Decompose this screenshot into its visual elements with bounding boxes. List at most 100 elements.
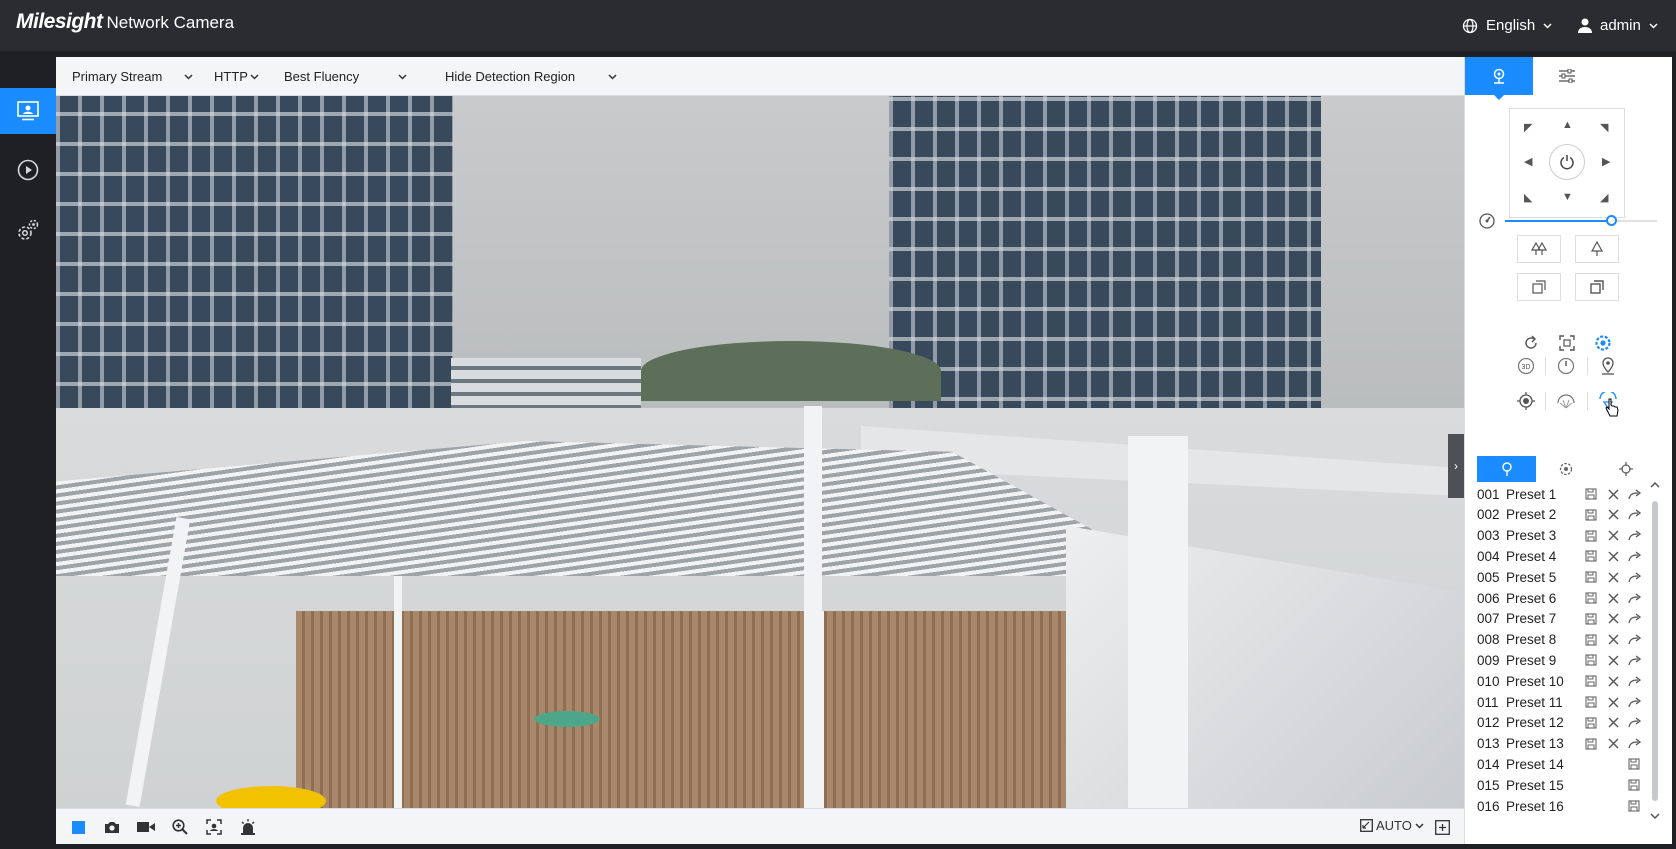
call-preset-icon[interactable] [1627,487,1641,501]
save-preset-icon[interactable] [1584,612,1598,626]
arrow-down-icon[interactable]: ▼ [1562,191,1573,203]
call-preset-icon[interactable] [1627,612,1641,626]
tab-ptz-control[interactable] [1465,57,1533,95]
save-preset-icon[interactable] [1584,633,1598,647]
region-focus-icon[interactable] [1558,334,1576,352]
zoom-in-button[interactable] [1575,235,1619,263]
refresh-icon[interactable] [1522,334,1540,352]
preset-row[interactable]: 010 Preset 10 [1477,670,1641,692]
save-preset-icon[interactable] [1627,757,1641,771]
record-icon[interactable] [136,817,156,837]
delete-preset-icon[interactable] [1606,737,1620,751]
auto-scan-button[interactable] [1549,144,1585,180]
target-icon[interactable] [1516,391,1536,411]
collapse-panel-button[interactable]: › [1448,434,1464,498]
chevron-down-icon[interactable] [1650,813,1660,820]
save-preset-icon[interactable] [1584,529,1598,543]
focus-far-button[interactable] [1575,273,1619,301]
save-preset-icon[interactable] [1627,799,1641,813]
preset-row[interactable]: 015 Preset 15 [1477,774,1641,796]
alarm-icon[interactable] [238,817,258,837]
fullscreen-icon[interactable] [1432,817,1452,837]
tab-image-settings[interactable] [1533,57,1601,95]
call-preset-icon[interactable] [1627,674,1641,688]
delete-preset-icon[interactable] [1606,612,1620,626]
zoom-out-button[interactable] [1517,235,1561,263]
nav-live-view[interactable] [0,88,56,134]
delete-preset-icon[interactable] [1606,570,1620,584]
arrow-up-right-icon[interactable]: ◥ [1600,121,1608,134]
zoom-in-icon[interactable] [170,817,190,837]
arrow-up-left-icon[interactable]: ◤ [1524,121,1532,134]
arrow-down-left-icon[interactable]: ◣ [1524,191,1532,204]
preset-row[interactable]: 003 Preset 3 [1477,525,1641,547]
arrow-up-icon[interactable]: ▲ [1562,119,1573,131]
call-preset-icon[interactable] [1627,529,1641,543]
timer-icon[interactable] [1556,356,1576,376]
preset-row[interactable]: 009 Preset 9 [1477,649,1641,671]
preset-row[interactable]: 004 Preset 4 [1477,545,1641,567]
delete-preset-icon[interactable] [1606,487,1620,501]
delete-preset-icon[interactable] [1606,653,1620,667]
delete-preset-icon[interactable] [1606,508,1620,522]
language-select[interactable]: English [1462,17,1552,34]
stop-icon[interactable] [68,817,88,837]
delete-preset-icon[interactable] [1606,591,1620,605]
preset-row[interactable]: 011 Preset 11 [1477,691,1641,713]
location-pin-icon[interactable] [1598,356,1618,376]
aspect-ratio-select[interactable]: AUTO [1360,818,1424,833]
delete-preset-icon[interactable] [1606,716,1620,730]
preset-row[interactable]: 012 Preset 12 [1477,712,1641,734]
call-preset-icon[interactable] [1627,695,1641,709]
preset-scrollbar[interactable] [1649,477,1661,843]
delete-preset-icon[interactable] [1606,529,1620,543]
arrow-right-icon[interactable]: ▶ [1602,155,1610,168]
call-preset-icon[interactable] [1627,716,1641,730]
save-preset-icon[interactable] [1584,591,1598,605]
chevron-up-icon[interactable] [1650,481,1660,488]
auto-focus-icon[interactable] [1594,334,1612,352]
speed-slider-handle[interactable] [1606,215,1618,226]
save-preset-icon[interactable] [1584,487,1598,501]
arrow-left-icon[interactable]: ◀ [1524,155,1532,168]
preset-row[interactable]: 001 Preset 1 [1477,483,1641,505]
preset-row[interactable]: 002 Preset 2 [1477,504,1641,526]
save-preset-icon[interactable] [1584,549,1598,563]
delete-preset-icon[interactable] [1606,549,1620,563]
preset-row[interactable]: 006 Preset 6 [1477,587,1641,609]
save-preset-icon[interactable] [1584,716,1598,730]
detection-region-select[interactable]: Hide Detection Region [429,57,622,96]
save-preset-icon[interactable] [1584,674,1598,688]
call-preset-icon[interactable] [1627,570,1641,584]
delete-preset-icon[interactable] [1606,633,1620,647]
protocol-select[interactable]: HTTP [198,57,264,96]
preset-row[interactable]: 014 Preset 14 [1477,753,1641,775]
call-preset-icon[interactable] [1627,508,1641,522]
snapshot-icon[interactable] [102,817,122,837]
preset-row[interactable]: 008 Preset 8 [1477,629,1641,651]
video-feed[interactable] [56,96,1464,808]
nav-playback[interactable] [0,147,56,193]
user-menu[interactable]: admin [1578,17,1658,34]
save-preset-icon[interactable] [1584,508,1598,522]
save-preset-icon[interactable] [1584,570,1598,584]
preset-row[interactable]: 013 Preset 13 [1477,733,1641,755]
call-preset-icon[interactable] [1627,633,1641,647]
call-preset-icon[interactable] [1627,653,1641,667]
delete-preset-icon[interactable] [1606,674,1620,688]
fluency-select[interactable]: Best Fluency [268,57,412,96]
wiper-icon[interactable] [1556,391,1576,411]
call-preset-icon[interactable] [1627,549,1641,563]
ptz-speed-slider[interactable] [1505,215,1657,226]
save-preset-icon[interactable] [1584,653,1598,667]
arrow-down-right-icon[interactable]: ◢ [1600,191,1608,204]
tab-preset[interactable] [1477,456,1536,482]
3d-positioning-icon[interactable]: 3D [1516,356,1536,376]
face-capture-icon[interactable] [204,817,224,837]
call-preset-icon[interactable] [1627,591,1641,605]
save-preset-icon[interactable] [1584,737,1598,751]
delete-preset-icon[interactable] [1606,695,1620,709]
preset-row[interactable]: 007 Preset 7 [1477,608,1641,630]
scrollbar-thumb[interactable] [1652,501,1658,801]
stream-select[interactable]: Primary Stream [56,57,198,96]
